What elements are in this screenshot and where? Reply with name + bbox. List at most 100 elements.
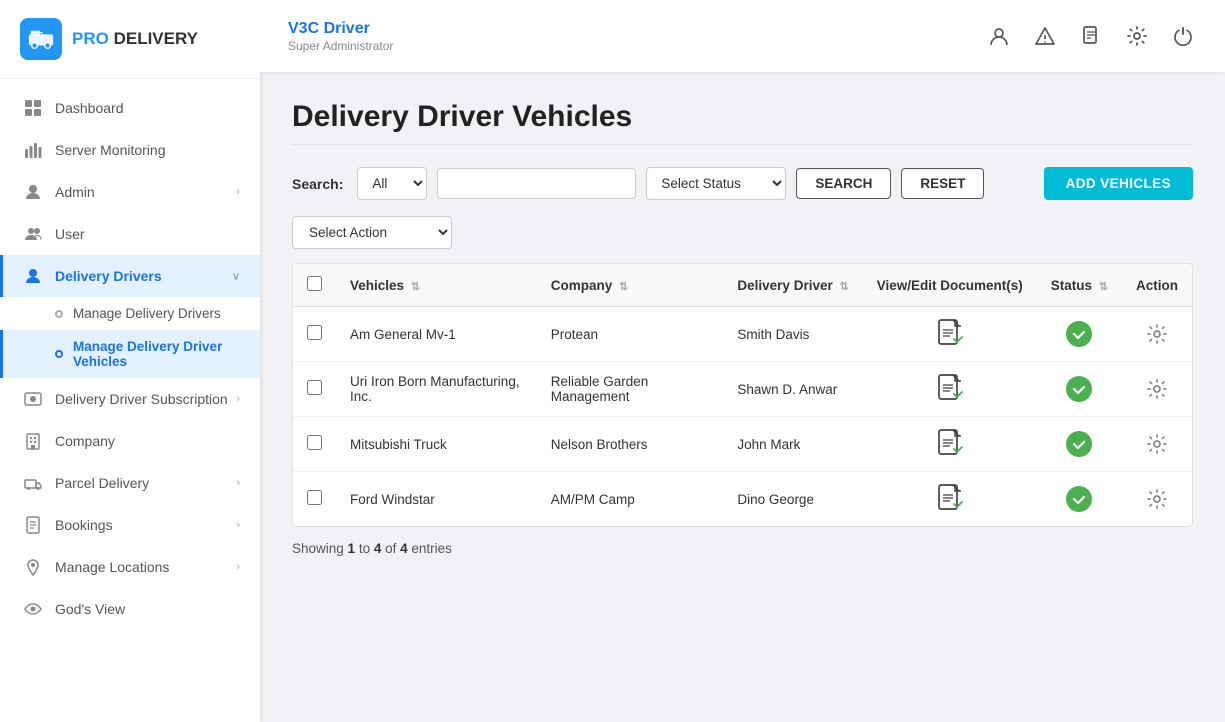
sidebar-item-delivery-drivers-label: Delivery Drivers [55,268,232,284]
row-action-0[interactable] [1122,307,1192,362]
pagination-total: 4 [400,541,408,556]
sidebar-item-dashboard[interactable]: Dashboard [0,87,260,129]
logo-icon [20,18,62,60]
sidebar-item-manage-locations-label: Manage Locations [55,559,236,575]
sidebar-item-gods-view[interactable]: God's View [0,588,260,630]
action-select[interactable]: Select Action [292,216,452,249]
chevron-down-icon: ∨ [232,270,240,283]
sidebar-item-parcel-delivery[interactable]: Parcel Delivery › [0,462,260,504]
showing-text: Showing 1 to 4 of 4 entries [292,541,1193,556]
row-vehicle-2: Mitsubishi Truck [336,417,537,472]
title-divider [292,144,1193,145]
sidebar-item-manage-delivery-drivers[interactable]: Manage Delivery Drivers [0,297,260,330]
topbar-icons [985,22,1197,50]
location-icon [23,557,43,577]
row-driver-1: Shawn D. Anwar [723,362,862,417]
row-doc-0[interactable] [863,307,1037,362]
header-view-edit-doc: View/Edit Document(s) [863,264,1037,307]
table-body: Am General Mv-1 Protean Smith Davis [293,307,1192,527]
topbar: V3C Driver Super Administrator [260,0,1225,72]
warning-icon[interactable] [1031,22,1059,50]
header-company: Company ⇅ [537,264,724,307]
pagination-from: 1 [348,541,356,556]
page-content: Delivery Driver Vehicles Search: All Sel… [260,72,1225,722]
logo-brand2: DELIVERY [114,29,198,48]
sidebar-item-server-monitoring-label: Server Monitoring [55,142,240,158]
row-action-2[interactable] [1122,417,1192,472]
power-icon[interactable] [1169,22,1197,50]
chevron-right-parcel-icon: › [236,477,240,489]
row-vehicle-0: Am General Mv-1 [336,307,537,362]
sidebar: PRO DELIVERY Dashboard Server Monitoring… [0,0,260,722]
row-checkbox-cell [293,307,336,362]
sort-icon-status[interactable]: ⇅ [1099,281,1108,293]
header-delivery-driver: Delivery Driver ⇅ [723,264,862,307]
sidebar-item-bookings-label: Bookings [55,517,236,533]
row-checkbox-1[interactable] [307,380,322,395]
header-checkbox-cell [293,264,336,307]
status-select[interactable]: Select Status [646,167,786,200]
row-checkbox-cell [293,472,336,527]
sidebar-item-company[interactable]: Company [0,420,260,462]
sort-icon-driver[interactable]: ⇅ [839,281,848,293]
sidebar-item-user-label: User [55,226,240,242]
sidebar-item-bookings[interactable]: Bookings › [0,504,260,546]
row-doc-3[interactable] [863,472,1037,527]
grid-icon [23,98,43,118]
sidebar-item-delivery-drivers[interactable]: Delivery Drivers ∨ [0,255,260,297]
row-status-2 [1037,417,1122,472]
sidebar-item-manage-locations[interactable]: Manage Locations › [0,546,260,588]
sidebar-item-admin[interactable]: Admin › [0,171,260,213]
row-vehicle-3: Ford Windstar [336,472,537,527]
settings-icon[interactable] [1123,22,1151,50]
header-vehicles: Vehicles ⇅ [336,264,537,307]
eye-icon [23,599,43,619]
table-row: Mitsubishi Truck Nelson Brothers John Ma… [293,417,1192,472]
main-content: V3C Driver Super Administrator Delivery … [260,0,1225,722]
logo: PRO DELIVERY [0,0,260,79]
row-action-1[interactable] [1122,362,1192,417]
select-all-checkbox[interactable] [307,276,322,291]
document-edit-icon[interactable] [1077,22,1105,50]
sidebar-item-admin-label: Admin [55,184,236,200]
row-checkbox-0[interactable] [307,325,322,340]
row-status-1 [1037,362,1122,417]
topbar-title: V3C Driver Super Administrator [288,20,393,53]
chart-icon [23,140,43,160]
user-group-icon [23,224,43,244]
sub-dot-icon [55,310,63,318]
sidebar-item-company-label: Company [55,433,240,449]
sidebar-item-gods-view-label: God's View [55,601,240,617]
add-vehicles-button[interactable]: ADD VEHICLES [1044,167,1193,200]
vehicles-table: Vehicles ⇅ Company ⇅ Delivery Driver ⇅ V… [292,263,1193,527]
search-button[interactable]: SEARCH [796,168,891,199]
sidebar-item-subscription-label: Delivery Driver Subscription [55,391,236,407]
search-filter-select[interactable]: All [357,167,427,200]
truck-icon [23,473,43,493]
row-checkbox-2[interactable] [307,435,322,450]
delivery-driver-icon [23,266,43,286]
sidebar-item-manage-delivery-driver-vehicles[interactable]: Manage Delivery Driver Vehicles [0,330,260,378]
sidebar-item-user[interactable]: User [0,213,260,255]
sidebar-item-manage-delivery-drivers-label: Manage Delivery Drivers [73,306,221,321]
row-driver-3: Dino George [723,472,862,527]
reset-button[interactable]: RESET [901,168,984,199]
row-checkbox-cell [293,417,336,472]
sidebar-item-delivery-driver-subscription[interactable]: Delivery Driver Subscription › [0,378,260,420]
sort-icon-company[interactable]: ⇅ [619,281,628,293]
row-company-3: AM/PM Camp [537,472,724,527]
table-row: Uri Iron Born Manufacturing, Inc. Reliab… [293,362,1192,417]
row-doc-1[interactable] [863,362,1037,417]
sort-icon-vehicles[interactable]: ⇅ [411,281,420,293]
sidebar-item-manage-delivery-driver-vehicles-label: Manage Delivery Driver Vehicles [73,339,240,369]
sidebar-item-server-monitoring[interactable]: Server Monitoring [0,129,260,171]
row-doc-2[interactable] [863,417,1037,472]
chevron-right-bookings-icon: › [236,519,240,531]
row-checkbox-3[interactable] [307,490,322,505]
row-action-3[interactable] [1122,472,1192,527]
row-driver-0: Smith Davis [723,307,862,362]
search-input[interactable] [437,168,636,199]
table: Vehicles ⇅ Company ⇅ Delivery Driver ⇅ V… [293,264,1192,526]
profile-icon[interactable] [985,22,1013,50]
row-checkbox-cell [293,362,336,417]
